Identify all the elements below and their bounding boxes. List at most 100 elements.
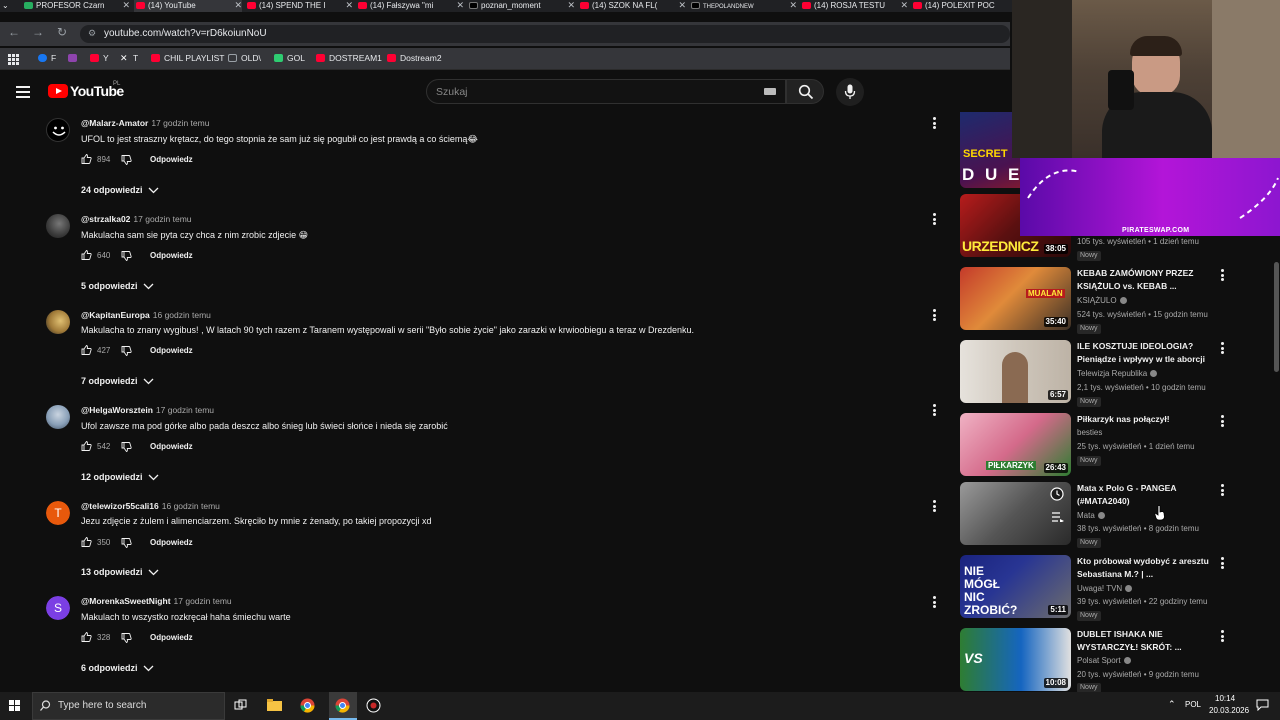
comment-more-icon[interactable]	[933, 309, 937, 321]
reply-button[interactable]: Odpowiedz	[150, 633, 193, 642]
show-replies-button[interactable]: 5 odpowiedzi	[81, 281, 138, 291]
bookmark-chil-playlist[interactable]: CHIL PLAYLIST	[151, 52, 224, 64]
reply-button[interactable]: Odpowiedz	[150, 442, 193, 451]
chevron-down-icon[interactable]	[143, 665, 154, 672]
back-icon[interactable]: ←	[6, 25, 22, 39]
video-more-icon[interactable]	[1221, 484, 1225, 496]
author-name[interactable]: @Malarz-Amator	[81, 118, 148, 128]
video-thumbnail[interactable]	[960, 482, 1071, 545]
close-tab-icon[interactable]: ✕	[122, 0, 130, 11]
browser-tab-active[interactable]: (14) YouTube ✕	[134, 0, 242, 12]
browser-tab[interactable]: (14) SPEND THE I ✕	[245, 0, 353, 12]
show-replies-button[interactable]: 12 odpowiedzi	[81, 472, 143, 482]
chrome-icon[interactable]	[300, 698, 315, 713]
keyboard-icon[interactable]	[764, 88, 776, 95]
video-channel[interactable]: besties	[1077, 428, 1102, 437]
video-channel[interactable]: Polsat Sport	[1077, 656, 1131, 665]
avatar[interactable]	[46, 118, 70, 142]
search-button[interactable]	[786, 79, 824, 104]
browser-tab[interactable]: poznan_moment ✕	[467, 0, 575, 12]
channel-name[interactable]: KSIĄŻULO	[1077, 296, 1117, 305]
windows-start-icon[interactable]	[9, 700, 21, 712]
avatar[interactable]	[46, 310, 70, 334]
comment-time[interactable]: 17 godzin temu	[133, 214, 191, 224]
comment-more-icon[interactable]	[933, 500, 937, 512]
video-channel[interactable]: Mata	[1077, 511, 1105, 520]
bookmark-youtube[interactable]: Y	[90, 52, 109, 64]
comment-author[interactable]: @MorenkaSweetNight 17 godzin temu	[81, 596, 232, 607]
bookmark-dostream2[interactable]: Dostream2	[387, 52, 442, 64]
comment-author[interactable]: @Malarz-Amator 17 godzin temu	[81, 118, 209, 129]
browser-tab[interactable]: (14) POLEXIT POC	[911, 0, 1010, 12]
close-tab-icon[interactable]: ✕	[567, 0, 575, 11]
avatar[interactable]: S	[46, 596, 70, 620]
close-tab-icon[interactable]: ✕	[789, 0, 797, 11]
show-replies-button[interactable]: 7 odpowiedzi	[81, 376, 138, 386]
input-language[interactable]: POL	[1185, 700, 1201, 709]
chevron-down-icon[interactable]	[148, 187, 159, 194]
avatar[interactable]: T	[46, 501, 70, 525]
comment-time[interactable]: 17 godzin temu	[156, 405, 214, 415]
video-thumbnail[interactable]: MUALAN 35:40	[960, 267, 1071, 330]
author-name[interactable]: @telewizor55cali16	[81, 501, 159, 511]
notifications-icon[interactable]	[1256, 699, 1269, 711]
video-more-icon[interactable]	[1221, 415, 1225, 427]
thumbs-down-icon[interactable]	[121, 251, 132, 261]
author-name[interactable]: @KapitanEuropa	[81, 310, 150, 320]
video-title[interactable]: Piłkarzyk nas połączył!	[1077, 413, 1215, 426]
chevron-down-icon[interactable]	[148, 474, 159, 481]
video-title[interactable]: DUBLET ISHAKA NIE WYSTARCZYŁ! SKRÓT: ...	[1077, 628, 1215, 654]
video-more-icon[interactable]	[1221, 342, 1225, 354]
video-thumbnail[interactable]: NIE MÓGŁ NIC ZROBIĆ? 5:11	[960, 555, 1071, 618]
avatar[interactable]	[46, 405, 70, 429]
bookmark-facebook[interactable]: F	[38, 52, 56, 64]
recording-app-icon[interactable]	[366, 698, 381, 713]
clock-date[interactable]: 20.03.2026	[1209, 706, 1249, 715]
add-to-queue-icon[interactable]	[1052, 512, 1064, 522]
thumbs-up-icon[interactable]	[81, 250, 92, 260]
bookmark-gol[interactable]: GOL	[274, 52, 305, 64]
thumbs-up-icon[interactable]	[81, 345, 92, 355]
browser-tab[interactable]: (14) ROSJA TESTU ✕	[800, 0, 908, 12]
video-more-icon[interactable]	[1221, 269, 1225, 281]
bookmark-x[interactable]: ✕ T	[120, 52, 138, 64]
video-channel[interactable]: Uwaga! TVN	[1077, 584, 1133, 593]
author-name[interactable]: @strzalka02	[81, 214, 130, 224]
tab-search-menu-icon[interactable]: ⌄	[0, 0, 12, 12]
video-channel[interactable]: KSIĄŻULO	[1077, 296, 1127, 305]
thumbs-up-icon[interactable]	[81, 441, 92, 451]
video-title[interactable]: Mata x Polo G - PANGEA (#MATA2040)	[1077, 482, 1215, 508]
voice-search-button[interactable]	[836, 78, 864, 106]
video-title[interactable]: Kto próbował wydobyć z aresztu Sebastian…	[1077, 555, 1215, 581]
browser-tab[interactable]: THEPOLANDNEW ✕	[689, 0, 797, 12]
author-name[interactable]: @MorenkaSweetNight	[81, 596, 171, 606]
channel-name[interactable]: besties	[1077, 428, 1102, 437]
video-title[interactable]: KEBAB ZAMÓWIONY PRZEZ KSIĄŻULO vs. KEBAB…	[1077, 267, 1215, 293]
watch-later-icon[interactable]	[1050, 487, 1064, 501]
comment-more-icon[interactable]	[933, 596, 937, 608]
thumbs-down-icon[interactable]	[121, 442, 132, 452]
video-thumbnail[interactable]: PIŁKARZYK 26:43	[960, 413, 1071, 476]
channel-name[interactable]: Mata	[1077, 511, 1095, 520]
comment-more-icon[interactable]	[933, 117, 937, 129]
thumbs-up-icon[interactable]	[81, 632, 92, 642]
close-tab-icon[interactable]: ✕	[678, 0, 686, 11]
comment-more-icon[interactable]	[933, 213, 937, 225]
tray-chevron-up-icon[interactable]: ⌃	[1168, 699, 1176, 710]
taskbar-active-app[interactable]	[329, 692, 357, 720]
comment-author[interactable]: @KapitanEuropa 16 godzin temu	[81, 310, 211, 321]
reply-button[interactable]: Odpowiedz	[150, 346, 193, 355]
video-thumbnail[interactable]: VS 10:08	[960, 628, 1071, 691]
thumbs-down-icon[interactable]	[121, 346, 132, 356]
youtube-logo-icon[interactable]	[48, 84, 68, 98]
comment-author[interactable]: @strzalka02 17 godzin temu	[81, 214, 192, 225]
site-info-icon[interactable]: ⚙	[88, 28, 96, 39]
close-tab-icon[interactable]: ✕	[456, 0, 464, 11]
bookmark-dostream1[interactable]: DOSTREAM1	[316, 52, 382, 64]
comment-author[interactable]: @HelgaWorsztein 17 godzin temu	[81, 405, 214, 416]
forward-icon[interactable]: →	[30, 25, 46, 39]
video-channel[interactable]: Telewizja Republika	[1077, 369, 1158, 378]
apps-grid-icon[interactable]	[8, 52, 19, 65]
show-replies-button[interactable]: 13 odpowiedzi	[81, 567, 143, 577]
thumbs-down-icon[interactable]	[121, 633, 132, 643]
